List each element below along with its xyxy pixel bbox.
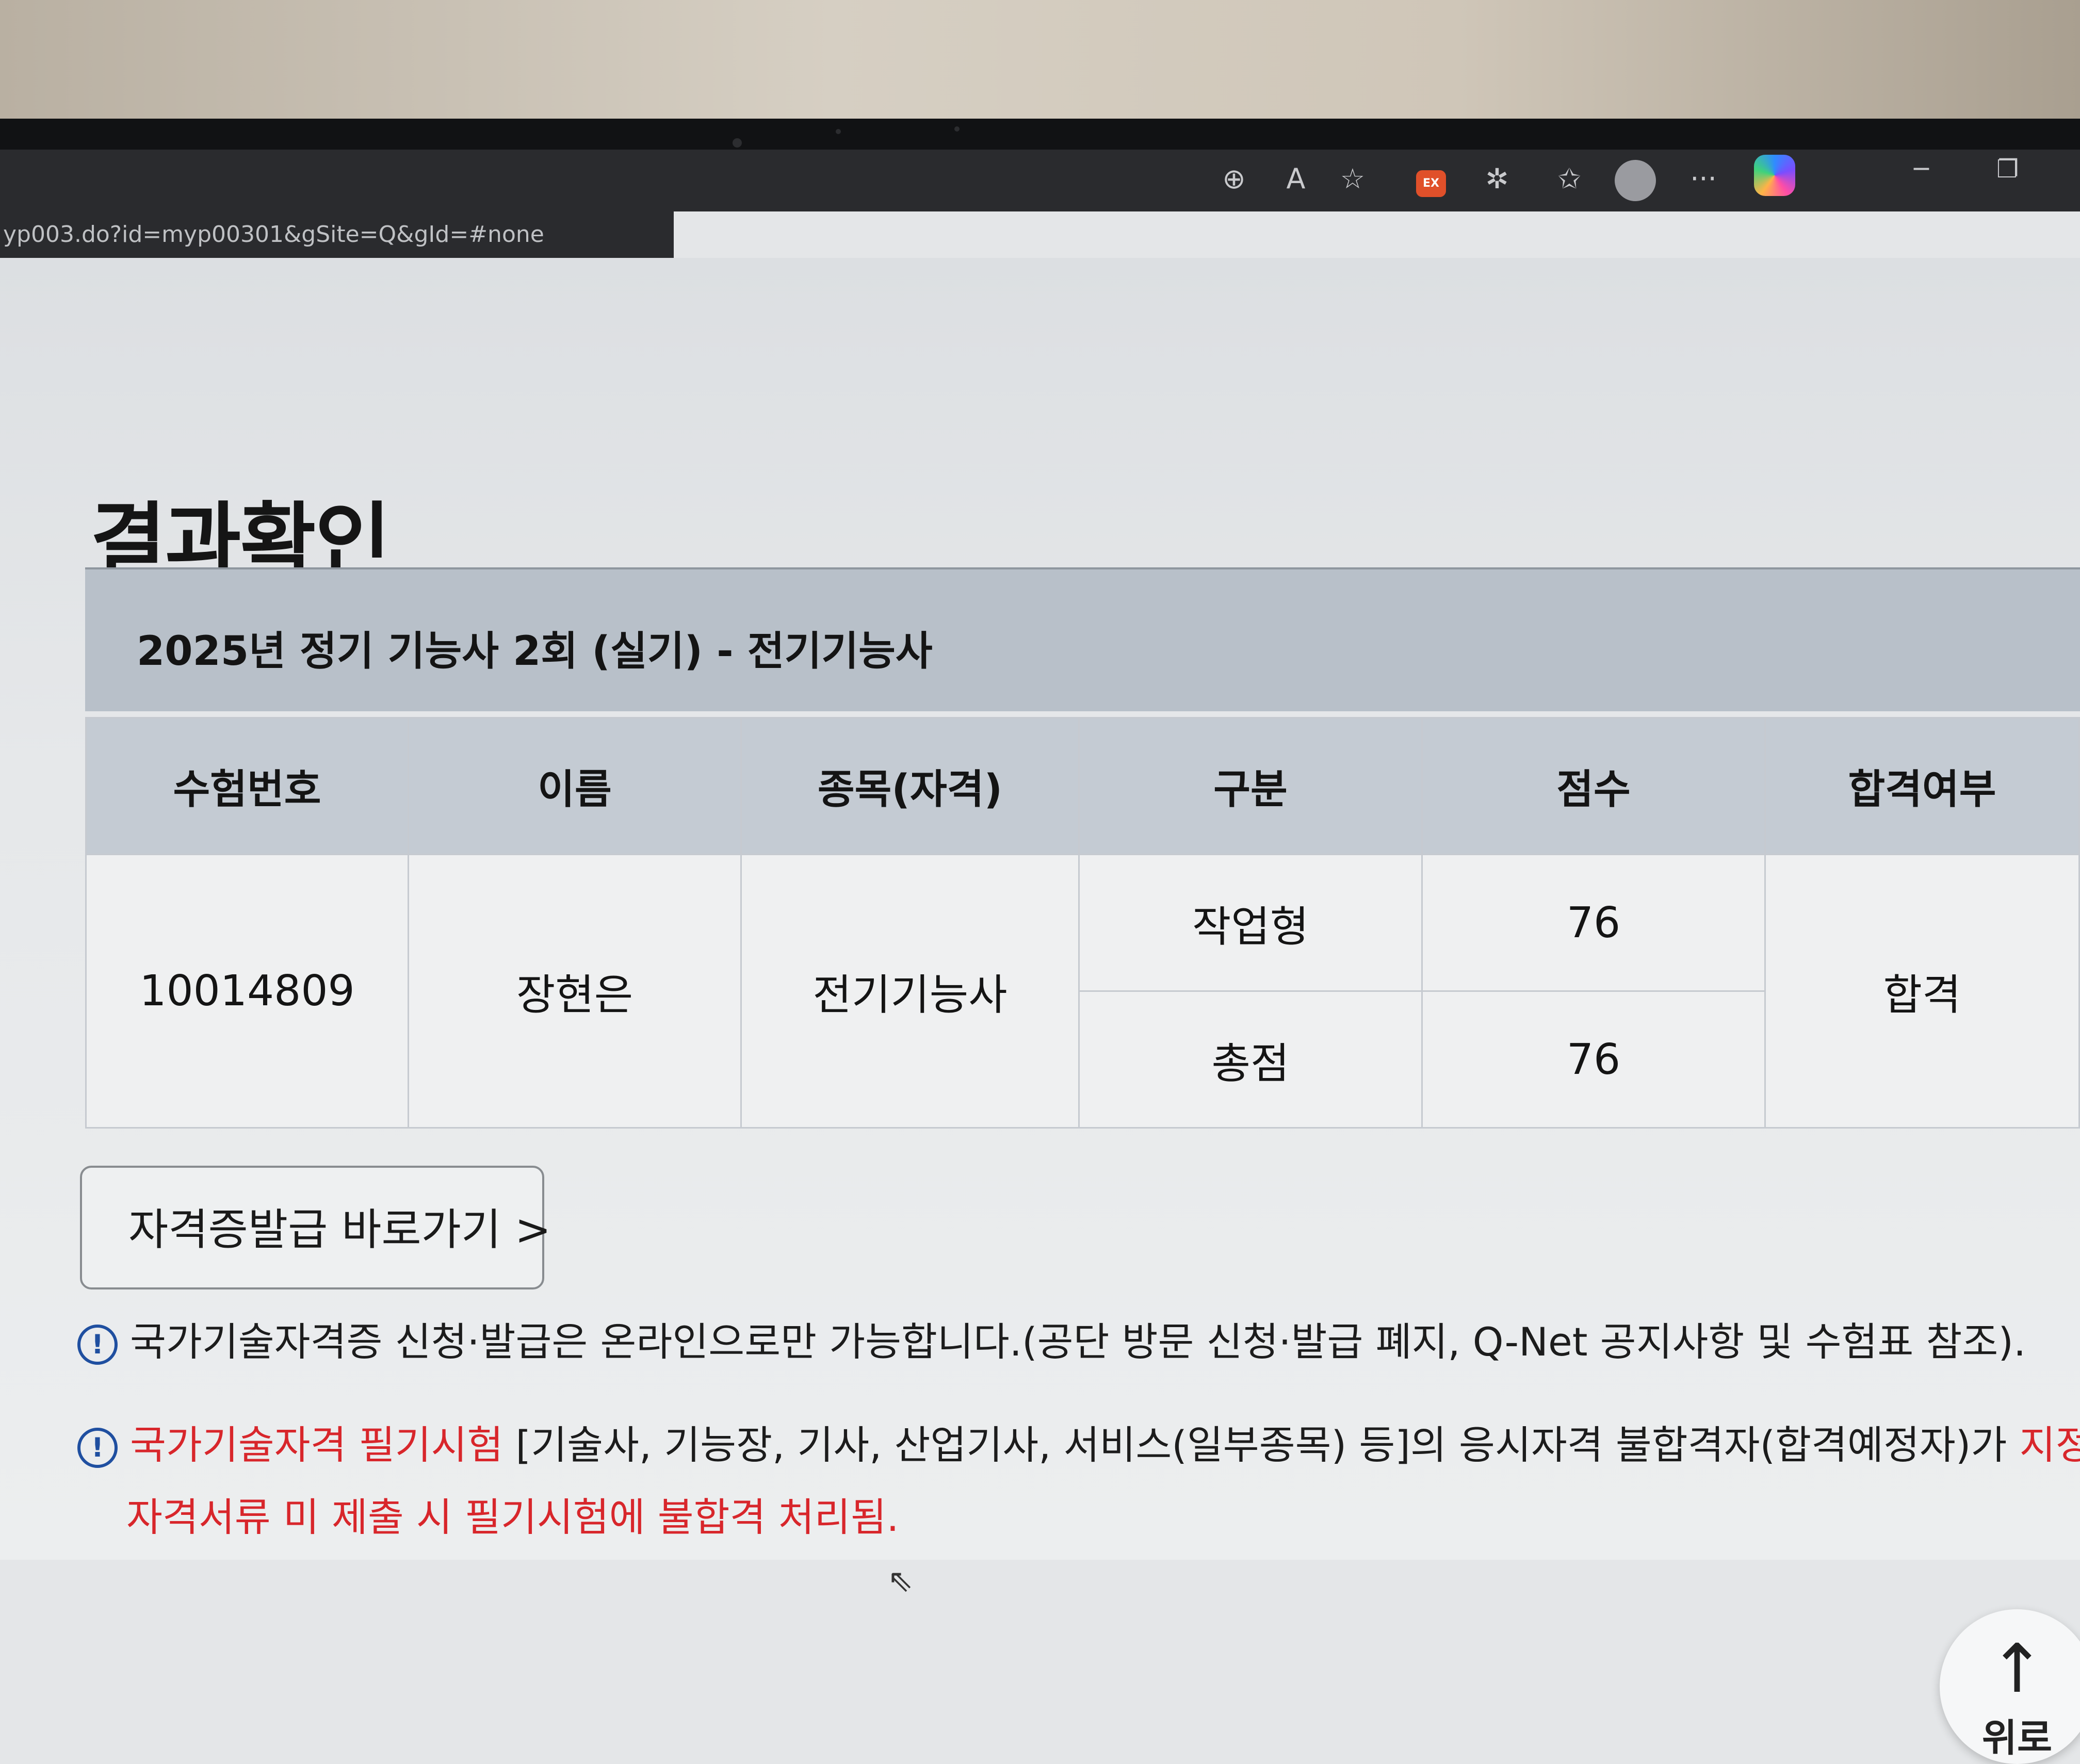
minimize-icon[interactable]: ─ bbox=[1914, 155, 1929, 184]
certificate-issue-button[interactable]: 자격증발급 바로가기 > bbox=[80, 1166, 551, 1289]
puzzle-icon[interactable]: ✲ bbox=[1481, 162, 1514, 195]
result-panel: 2025년 정기 기능사 2회 (실기) - 전기기능사 수험번호 이름 종목(… bbox=[85, 567, 2080, 1129]
favorite-star-icon[interactable]: ☆ bbox=[1336, 162, 1369, 195]
info-icon: ! bbox=[77, 1428, 118, 1468]
cell-result: 합격 bbox=[1764, 854, 2080, 1129]
cell-subject: 전기기능사 bbox=[740, 854, 1080, 1129]
profile-icon[interactable] bbox=[1615, 160, 1656, 201]
info-icon: ! bbox=[77, 1325, 118, 1365]
status-bar-url: yp003.do?id=myp00301&gSite=Q&gId=#none bbox=[0, 211, 674, 258]
extension-icon[interactable]: EX bbox=[1416, 170, 1446, 197]
table-header-row: 수험번호 이름 종목(자격) 구분 점수 합격여부 bbox=[85, 717, 2080, 855]
camera-dot bbox=[733, 138, 742, 148]
header-name: 이름 bbox=[408, 717, 742, 855]
header-exam-number: 수험번호 bbox=[85, 717, 409, 855]
header-result: 합격여부 bbox=[1764, 717, 2080, 855]
notice-text: 국가기술자격증 신청·발급은 온라인으로만 가능합니다.(공단 방문 신청·발급… bbox=[130, 1319, 2026, 1365]
mouse-cursor-icon: ⇖ bbox=[887, 1563, 914, 1599]
header-category: 구분 bbox=[1078, 717, 1423, 855]
copilot-icon[interactable] bbox=[1754, 155, 1795, 196]
sensor-dot bbox=[836, 129, 841, 134]
notice-highlight: 국가기술자격 필기시험 bbox=[130, 1422, 503, 1468]
notice-written-exam-line2: 자격서류 미 제출 시 필기시험에 불합격 처리됨. bbox=[126, 1494, 899, 1540]
notice-written-exam: ! 국가기술자격 필기시험 [기술사, 기능장, 기사, 산업기사, 서비스(일부… bbox=[77, 1413, 2080, 1470]
exam-title: 2025년 정기 기능사 2회 (실기) - 전기기능사 bbox=[137, 628, 933, 675]
cell-score: 76 bbox=[1421, 990, 1766, 1129]
read-aloud-icon[interactable]: A bbox=[1279, 162, 1312, 195]
notice-highlight: 지정된 bbox=[2019, 1422, 2080, 1468]
header-subject: 종목(자격) bbox=[740, 717, 1080, 855]
cell-category: 총점 bbox=[1078, 990, 1423, 1129]
sensor-dot bbox=[954, 126, 960, 132]
page-content: 결과확인 2025년 정기 기능사 2회 (실기) - 전기기능사 수험번호 이… bbox=[0, 258, 2080, 1764]
zoom-icon[interactable]: ⊕ bbox=[1217, 162, 1250, 195]
favorites-icon[interactable]: ✩ bbox=[1553, 162, 1586, 195]
more-icon[interactable]: ··· bbox=[1687, 162, 1720, 195]
arrow-up-icon: ↑ bbox=[1989, 1629, 2045, 1708]
cell-name: 장현은 bbox=[408, 854, 742, 1129]
cell-score: 76 bbox=[1421, 854, 1766, 992]
notice-text: [기술사, 기능장, 기사, 산업기사, 서비스(일부종목) 등]의 응시자격 … bbox=[503, 1422, 2020, 1468]
restore-icon[interactable]: ❐ bbox=[1996, 155, 2019, 184]
result-table: 수험번호 이름 종목(자격) 구분 점수 합격여부 10014809 장현은 전… bbox=[85, 717, 2080, 1129]
header-score: 점수 bbox=[1421, 717, 1766, 855]
scroll-to-top-label: 위로 bbox=[1981, 1716, 2053, 1760]
cell-category: 작업형 bbox=[1078, 854, 1423, 992]
table-row: 10014809 장현은 전기기능사 작업형 76 합격 bbox=[85, 854, 2080, 1129]
scroll-to-top-button[interactable]: ↑ 위로 bbox=[1940, 1609, 2080, 1764]
notice-online-only: ! 국가기술자격증 신청·발급은 온라인으로만 가능합니다.(공단 방문 신청·발… bbox=[77, 1310, 2026, 1367]
cell-exam-number: 10014809 bbox=[85, 854, 409, 1129]
